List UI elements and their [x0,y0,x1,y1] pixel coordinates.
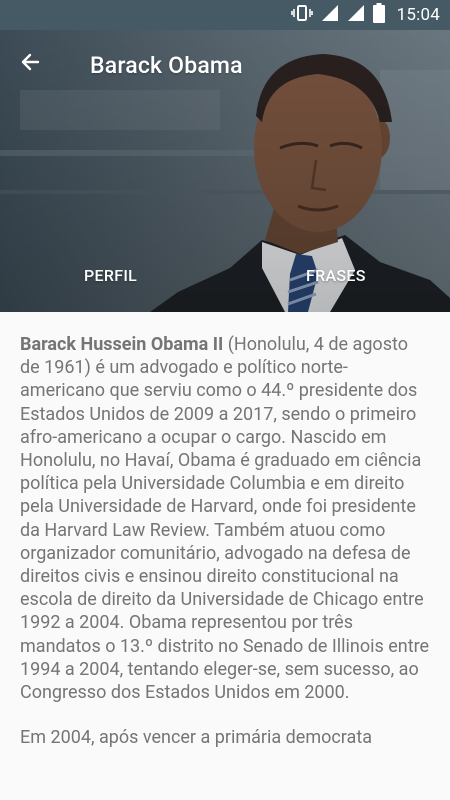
status-icons: 15:04 [290,0,440,30]
tab-frases[interactable]: FRASES [306,266,366,285]
tab-perfil[interactable]: PERFIL [84,266,137,285]
biography-paragraph-1: Barack Hussein Obama II (Honolulu, 4 de … [20,333,432,704]
status-bar: 15:04 [0,0,450,30]
wifi-signal-icon [347,4,365,26]
biography-paragraph-2: Em 2004, após vencer a primária democrat… [20,727,373,749]
biography-text: (Honolulu, 4 de agosto de 1961) é um adv… [20,334,430,704]
biography-content: Barack Hussein Obama II (Honolulu, 4 de … [20,333,432,771]
battery-icon [372,3,385,27]
page-title: Barack Obama [90,52,243,79]
vibrate-icon [290,4,313,26]
biography-name: Barack Hussein Obama II [20,334,224,355]
signal-icon [321,4,339,26]
back-button[interactable] [18,50,52,84]
status-time: 15:04 [396,5,440,25]
header-hero: Barack Obama PERFIL FRASES [0,30,450,312]
